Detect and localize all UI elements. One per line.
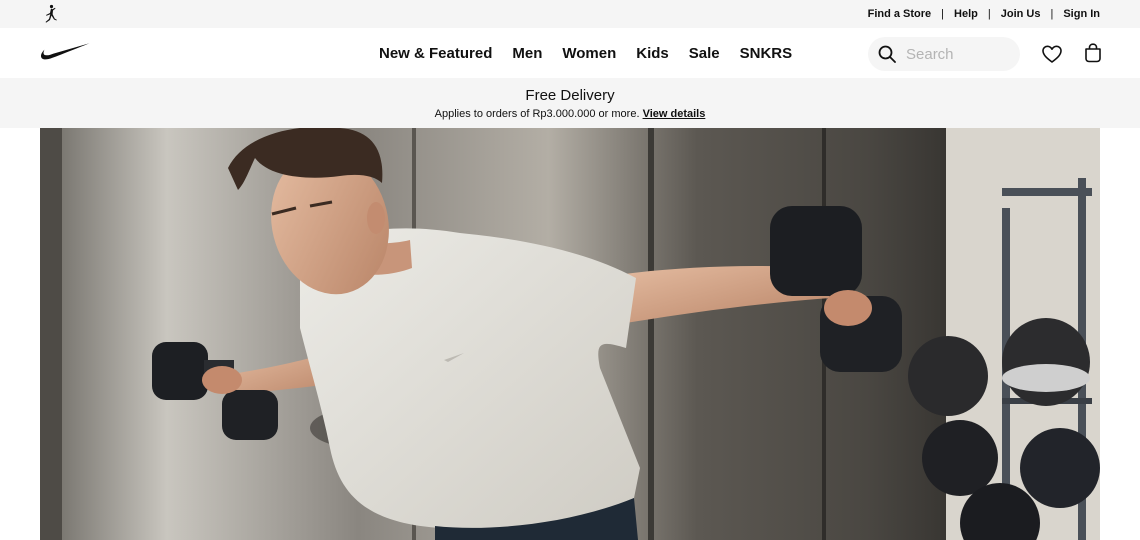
- divider: |: [1050, 8, 1054, 20]
- promo-banner: Free Delivery Applies to orders of Rp3.0…: [0, 78, 1140, 128]
- promo-subtitle-text: Applies to orders of Rp3.000.000 or more…: [434, 108, 640, 120]
- search-box[interactable]: [868, 37, 1020, 71]
- sign-in-link[interactable]: Sign In: [1063, 8, 1100, 20]
- nike-swoosh-icon[interactable]: [40, 42, 90, 62]
- utility-links: Find a Store | Help | Join Us | Sign In: [868, 0, 1100, 28]
- nav-item-kids[interactable]: Kids: [636, 45, 669, 62]
- divider: |: [987, 8, 991, 20]
- nav-item-new-featured[interactable]: New & Featured: [379, 45, 492, 62]
- main-nav: New & Featured Men Women Kids Sale SNKRS: [0, 28, 1140, 78]
- nav-item-sale[interactable]: Sale: [689, 45, 720, 62]
- heart-icon[interactable]: [1041, 43, 1063, 65]
- jordan-jumpman-icon[interactable]: [41, 4, 61, 24]
- nav-item-snkrs[interactable]: SNKRS: [740, 45, 793, 62]
- search-input[interactable]: [906, 37, 1014, 71]
- promo-subtitle: Applies to orders of Rp3.000.000 or more…: [0, 108, 1140, 120]
- utility-bar: Find a Store | Help | Join Us | Sign In: [0, 0, 1140, 28]
- promo-title: Free Delivery: [525, 87, 615, 104]
- nav-item-men[interactable]: Men: [512, 45, 542, 62]
- help-link[interactable]: Help: [954, 8, 978, 20]
- bag-icon[interactable]: [1082, 42, 1104, 64]
- search-icon[interactable]: [877, 44, 897, 64]
- man-lifting-dumbbells-photo: [40, 128, 1100, 540]
- nav-item-women[interactable]: Women: [562, 45, 616, 62]
- view-details-link[interactable]: View details: [643, 108, 706, 120]
- find-a-store-link[interactable]: Find a Store: [868, 8, 932, 20]
- divider: |: [941, 8, 945, 20]
- join-us-link[interactable]: Join Us: [1001, 8, 1041, 20]
- hero-image[interactable]: [40, 128, 1100, 540]
- nav-menu: New & Featured Men Women Kids Sale SNKRS: [379, 28, 812, 78]
